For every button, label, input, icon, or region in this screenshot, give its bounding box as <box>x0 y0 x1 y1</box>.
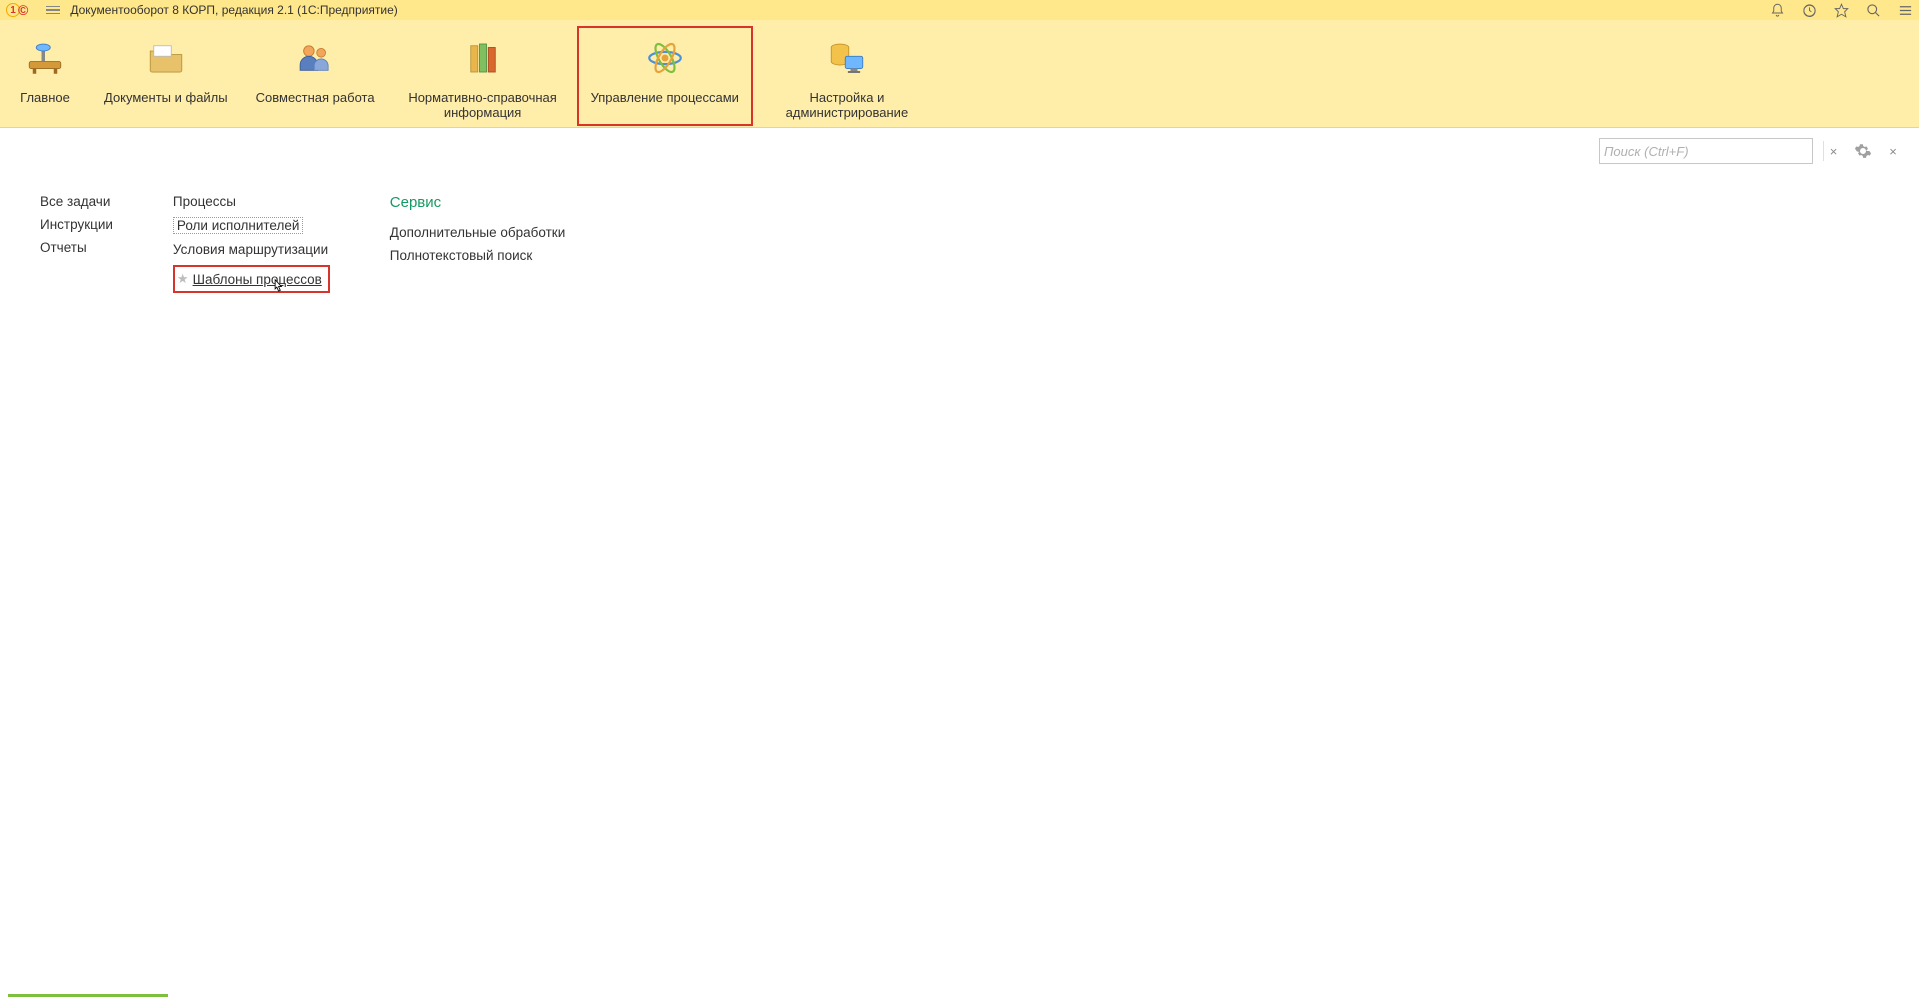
folder-docs-icon <box>142 34 190 82</box>
search-clear-button[interactable]: × <box>1823 141 1843 161</box>
bell-icon[interactable] <box>1769 2 1785 18</box>
section-docs[interactable]: Документы и файлы <box>90 26 242 126</box>
section-nsi[interactable]: Нормативно-справочная информация <box>389 26 577 126</box>
nav-search-box[interactable] <box>1599 138 1813 164</box>
nav-performer-roles[interactable]: Роли исполнителей <box>173 217 304 234</box>
close-nav-button[interactable]: × <box>1883 141 1903 161</box>
nav-reports[interactable]: Отчеты <box>40 240 113 255</box>
process-atom-icon <box>641 34 689 82</box>
nav-all-tasks[interactable]: Все задачи <box>40 194 113 209</box>
history-icon[interactable] <box>1801 2 1817 18</box>
nav-search-input[interactable] <box>1604 144 1808 159</box>
section-label: Управление процессами <box>591 90 739 105</box>
command-strip: × × <box>0 128 1919 174</box>
nav-routing-conditions[interactable]: Условия маршрутизации <box>173 242 330 257</box>
nav-process-templates-link[interactable]: Шаблоны процессов <box>193 272 322 287</box>
books-icon <box>459 34 507 82</box>
section-bar: Главное Документы и файлы Совместная раб… <box>0 20 1919 128</box>
main-menu-icon[interactable] <box>46 4 60 17</box>
people-icon <box>291 34 339 82</box>
nav-col-3: Сервис Дополнительные обработки Полнотек… <box>390 194 565 293</box>
section-label: Нормативно-справочная информация <box>403 90 563 120</box>
section-collab[interactable]: Совместная работа <box>242 26 389 126</box>
nav-process-templates[interactable]: ★ Шаблоны процессов <box>173 265 330 293</box>
section-label: Документы и файлы <box>104 90 228 105</box>
section-home[interactable]: Главное <box>0 26 90 126</box>
nav-processes[interactable]: Процессы <box>173 194 330 209</box>
panel-menu-icon[interactable] <box>1897 2 1913 18</box>
search-icon[interactable] <box>1865 2 1881 18</box>
app-logo-1c: 1© <box>6 2 28 18</box>
nav-heading-service: Сервис <box>390 194 565 211</box>
nav-col-1: Все задачи Инструкции Отчеты <box>40 194 113 293</box>
window-title: Документооборот 8 КОРП, редакция 2.1 (1С… <box>70 3 1769 17</box>
titlebar: 1© Документооборот 8 КОРП, редакция 2.1 … <box>0 0 1919 20</box>
nav-additional-processing[interactable]: Дополнительные обработки <box>390 225 565 240</box>
star-icon[interactable] <box>1833 2 1849 18</box>
favorite-star-icon: ★ <box>177 271 189 287</box>
section-process-mgmt[interactable]: Управление процессами <box>577 26 753 126</box>
nav-col-2: Процессы Роли исполнителей Условия маршр… <box>173 194 330 293</box>
section-label: Совместная работа <box>256 90 375 105</box>
db-monitor-icon <box>823 34 871 82</box>
gear-icon[interactable] <box>1853 141 1873 161</box>
nav-panel: Все задачи Инструкции Отчеты Процессы Ро… <box>0 174 1919 313</box>
nav-instructions[interactable]: Инструкции <box>40 217 113 232</box>
section-label: Настройка и администрирование <box>767 90 927 120</box>
desk-icon <box>21 34 69 82</box>
section-label: Главное <box>20 90 70 105</box>
nav-fulltext-search[interactable]: Полнотекстовый поиск <box>390 248 565 263</box>
section-admin[interactable]: Настройка и администрирование <box>753 26 941 126</box>
